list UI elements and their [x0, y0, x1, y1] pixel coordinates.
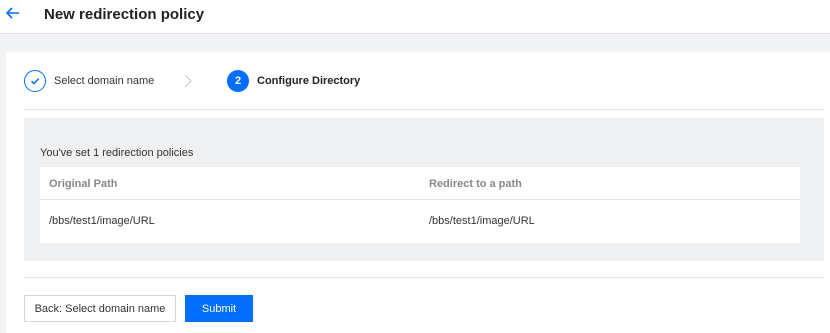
submit-button[interactable]: Submit — [185, 295, 253, 322]
stepper: Select domain name 2 Configure Directory — [24, 69, 814, 93]
main-card: Select domain name 2 Configure Directory… — [6, 52, 830, 333]
summary-text: You've set 1 redirection policies — [40, 147, 194, 159]
divider — [24, 109, 824, 110]
column-header-redirect-path: Redirect to a path — [429, 178, 522, 190]
table-header: Original Path Redirect to a path — [40, 167, 800, 200]
step-configure-directory: 2 Configure Directory — [227, 69, 360, 93]
arrow-left-icon[interactable] — [5, 5, 21, 21]
step-number-badge: 2 — [227, 70, 249, 92]
divider — [24, 277, 824, 278]
check-icon — [30, 78, 40, 85]
page-header: New redirection policy — [0, 0, 830, 34]
back-button[interactable]: Back: Select domain name — [24, 295, 176, 322]
policy-table: Original Path Redirect to a path /bbs/te… — [40, 167, 800, 243]
page-title: New redirection policy — [44, 6, 205, 23]
redirect-path-cell: /bbs/test1/image/URL — [429, 215, 535, 227]
step-completed-indicator — [24, 70, 46, 92]
policy-summary: You've set 1 redirection policies Origin… — [24, 118, 824, 261]
original-path-cell: /bbs/test1/image/URL — [49, 215, 155, 227]
step-label: Configure Directory — [257, 75, 361, 87]
table-row: /bbs/test1/image/URL /bbs/test1/image/UR… — [40, 200, 800, 243]
chevron-right-icon — [184, 74, 192, 88]
step-label: Select domain name — [54, 75, 155, 87]
column-header-original-path: Original Path — [49, 178, 118, 190]
step-select-domain[interactable]: Select domain name — [24, 69, 154, 93]
